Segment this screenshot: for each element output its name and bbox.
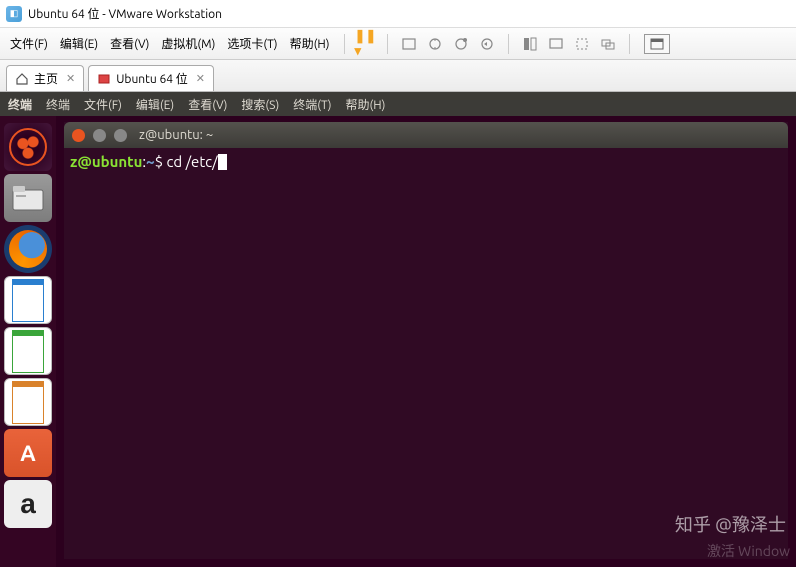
ubuntu-menu-file[interactable]: 文件(F) xyxy=(84,96,122,113)
terminal-command: cd /etc/ xyxy=(166,153,217,170)
ubuntu-top-menubar: 终端 终端 文件(F) 编辑(E) 查看(V) 搜索(S) 终端(T) 帮助(H… xyxy=(0,92,796,116)
separator xyxy=(344,34,345,54)
snapshot-revert-icon[interactable] xyxy=(476,33,498,55)
amazon-icon[interactable] xyxy=(4,480,52,528)
prompt-symbol: $ xyxy=(155,153,167,170)
vmware-tabbar: 主页 ✕ Ubuntu 64 位 ✕ xyxy=(0,60,796,92)
tab-home[interactable]: 主页 ✕ xyxy=(6,65,84,91)
stretch-icon[interactable] xyxy=(571,33,593,55)
close-window-button[interactable] xyxy=(72,129,85,142)
maximize-window-button[interactable] xyxy=(114,129,127,142)
watermark-sub: 激活 Window xyxy=(707,541,790,561)
terminal-cursor xyxy=(218,154,227,170)
tab-guest-label: Ubuntu 64 位 xyxy=(116,70,188,87)
unity-icon[interactable] xyxy=(519,33,541,55)
window-title: Ubuntu 64 位 - VMware Workstation xyxy=(28,5,222,22)
snapshot-manage-icon[interactable] xyxy=(450,33,472,55)
home-icon xyxy=(15,72,29,86)
libreoffice-calc-icon[interactable] xyxy=(4,327,52,375)
watermark-text: 知乎 @豫泽士 xyxy=(675,511,786,537)
minimize-window-button[interactable] xyxy=(93,129,106,142)
ubuntu-menu-view[interactable]: 查看(V) xyxy=(188,96,227,113)
window-buttons xyxy=(72,129,127,142)
terminal-body[interactable]: z@ubuntu:~$ cd /etc/ xyxy=(64,148,788,176)
ubuntu-menu-help[interactable]: 帮助(H) xyxy=(345,96,385,113)
vmware-icon: ◧ xyxy=(6,6,22,22)
vmware-menubar: 文件(F) 编辑(E) 查看(V) 虚拟机(M) 选项卡(T) 帮助(H) ❚❚… xyxy=(0,28,796,60)
ubuntu-app-name: 终端 xyxy=(8,96,32,113)
dash-icon[interactable] xyxy=(4,123,52,171)
tab-home-label: 主页 xyxy=(34,70,58,87)
separator xyxy=(629,34,630,54)
menu-vm[interactable]: 虚拟机(M) xyxy=(155,31,221,56)
ubuntu-menu-terminal2[interactable]: 终端(T) xyxy=(293,96,331,113)
separator xyxy=(387,34,388,54)
menu-help[interactable]: 帮助(H) xyxy=(284,31,336,56)
ubuntu-software-icon[interactable] xyxy=(4,429,52,477)
vmware-titlebar: ◧ Ubuntu 64 位 - VMware Workstation xyxy=(0,0,796,28)
fullscreen-button[interactable] xyxy=(644,34,670,54)
guest-display: 终端 终端 文件(F) 编辑(E) 查看(V) 搜索(S) 终端(T) 帮助(H… xyxy=(0,92,796,567)
ubuntu-menu-terminal[interactable]: 终端 xyxy=(46,96,70,113)
menu-view[interactable]: 查看(V) xyxy=(104,31,155,56)
ubuntu-menu-search[interactable]: 搜索(S) xyxy=(241,96,279,113)
terminal-window: z@ubuntu: ~ z@ubuntu:~$ cd /etc/ xyxy=(64,122,788,559)
terminal-titlebar[interactable]: z@ubuntu: ~ xyxy=(64,122,788,148)
menu-tabs[interactable]: 选项卡(T) xyxy=(221,31,283,56)
prompt-user: z@ubuntu xyxy=(70,153,142,170)
libreoffice-impress-icon[interactable] xyxy=(4,378,52,426)
cycle-icon[interactable] xyxy=(597,33,619,55)
prompt-path: ~ xyxy=(146,153,154,170)
unity-launcher xyxy=(0,116,56,567)
console-icon[interactable] xyxy=(545,33,567,55)
ubuntu-menu-edit[interactable]: 编辑(E) xyxy=(136,96,174,113)
vm-icon xyxy=(97,72,111,86)
send-ctrl-alt-del-icon[interactable] xyxy=(398,33,420,55)
menu-file[interactable]: 文件(F) xyxy=(4,31,54,56)
firefox-icon[interactable] xyxy=(4,225,52,273)
close-icon[interactable]: ✕ xyxy=(66,72,75,85)
pause-button[interactable]: ❚❚ ▾ xyxy=(355,33,377,55)
close-icon[interactable]: ✕ xyxy=(196,72,205,85)
files-icon[interactable] xyxy=(4,174,52,222)
tab-guest[interactable]: Ubuntu 64 位 ✕ xyxy=(88,65,214,91)
snapshot-icon[interactable] xyxy=(424,33,446,55)
menu-edit[interactable]: 编辑(E) xyxy=(54,31,104,56)
libreoffice-writer-icon[interactable] xyxy=(4,276,52,324)
separator xyxy=(508,34,509,54)
terminal-title-text: z@ubuntu: ~ xyxy=(139,128,213,142)
